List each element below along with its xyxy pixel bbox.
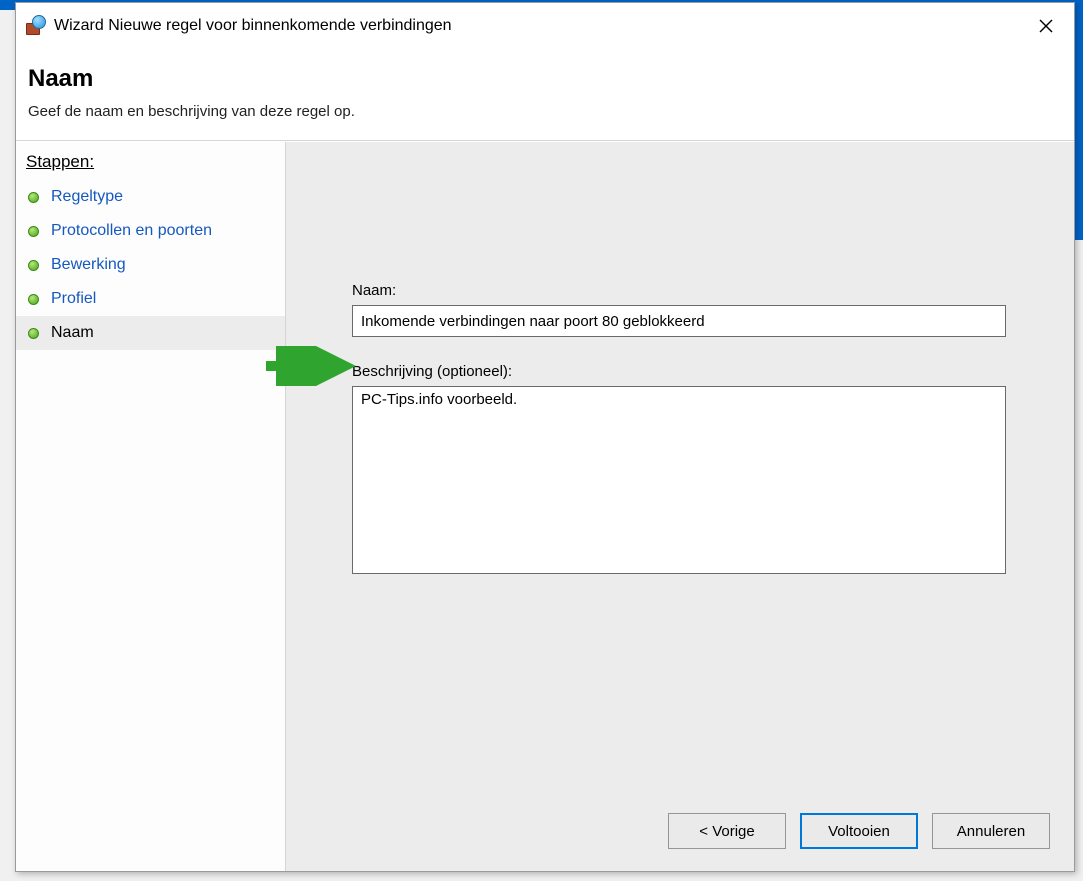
content-panel: Naam: Beschrijving (optioneel): < Vorige… bbox=[286, 142, 1074, 871]
steps-sidebar: Stappen: Regeltype Protocollen en poorte… bbox=[16, 142, 286, 871]
name-input[interactable] bbox=[352, 305, 1006, 337]
page-title: Naam bbox=[28, 65, 1074, 93]
step-regeltype[interactable]: Regeltype bbox=[16, 180, 285, 214]
finish-button[interactable]: Voltooien bbox=[800, 813, 918, 849]
step-label: Profiel bbox=[51, 290, 96, 308]
steps-heading: Stappen: bbox=[16, 146, 285, 180]
title-bar: Wizard Nieuwe regel voor binnenkomende v… bbox=[16, 3, 1074, 49]
step-profiel[interactable]: Profiel bbox=[16, 282, 285, 316]
description-textarea[interactable] bbox=[352, 386, 1006, 574]
step-label: Protocollen en poorten bbox=[51, 222, 212, 240]
step-label: Regeltype bbox=[51, 188, 123, 206]
step-bewerking[interactable]: Bewerking bbox=[16, 248, 285, 282]
dialog-body: Stappen: Regeltype Protocollen en poorte… bbox=[16, 141, 1074, 871]
step-bullet-icon bbox=[28, 328, 39, 339]
button-row: < Vorige Voltooien Annuleren bbox=[668, 813, 1050, 849]
wizard-dialog: Wizard Nieuwe regel voor binnenkomende v… bbox=[15, 2, 1075, 872]
step-bullet-icon bbox=[28, 192, 39, 203]
step-label: Bewerking bbox=[51, 256, 126, 274]
firewall-icon bbox=[24, 15, 46, 37]
step-bullet-icon bbox=[28, 226, 39, 237]
page-description: Geef de naam en beschrijving van deze re… bbox=[28, 103, 1074, 120]
cancel-button[interactable]: Annuleren bbox=[932, 813, 1050, 849]
header-area: Naam Geef de naam en beschrijving van de… bbox=[16, 49, 1074, 141]
step-naam[interactable]: Naam bbox=[16, 316, 285, 350]
window-title: Wizard Nieuwe regel voor binnenkomende v… bbox=[54, 17, 452, 35]
step-bullet-icon bbox=[28, 294, 39, 305]
back-button[interactable]: < Vorige bbox=[668, 813, 786, 849]
step-bullet-icon bbox=[28, 260, 39, 271]
description-label: Beschrijving (optioneel): bbox=[352, 363, 1008, 380]
close-icon bbox=[1039, 19, 1053, 33]
close-button[interactable] bbox=[1018, 3, 1074, 49]
step-label: Naam bbox=[51, 324, 94, 342]
step-protocollen-en-poorten[interactable]: Protocollen en poorten bbox=[16, 214, 285, 248]
name-label: Naam: bbox=[352, 282, 1008, 299]
